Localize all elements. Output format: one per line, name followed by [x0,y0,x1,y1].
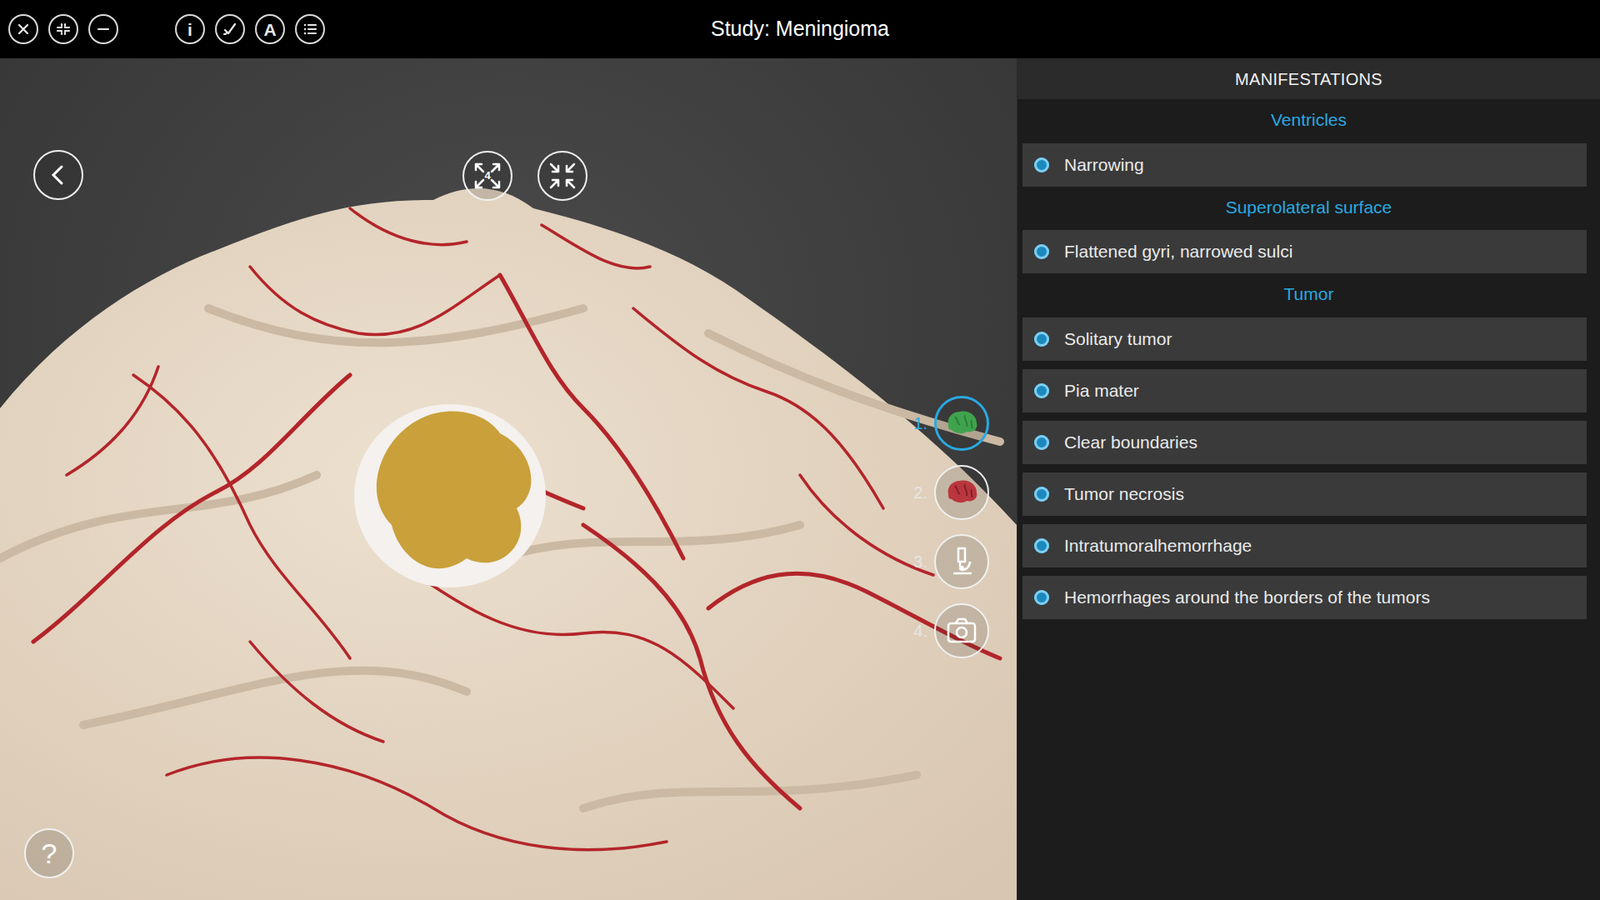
manifestation-label: Solitary tumor [1064,325,1173,353]
manifestation-label: Intratumoralhemorrhage [1064,532,1252,560]
back-button[interactable] [33,150,84,200]
view-mode-number: 4. [904,618,928,644]
manifestation-list: Flattened gyri, narrowed sulci [1017,230,1600,274]
manifestation-item[interactable]: Hemorrhages around the borders of the tu… [1022,575,1587,620]
workspace: 4 1. 2. 3. 4.? MANIFESTATIONSVentricles Narrow… [0,58,1600,900]
view-mode-button[interactable] [934,465,990,520]
view-mode-button[interactable] [934,534,990,590]
view-mode-button[interactable] [934,395,990,451]
toggle-dot[interactable] [1034,383,1050,399]
microscope-icon [943,543,980,580]
back-arrow-icon [41,158,75,192]
manifestation-item[interactable]: Tumor necrosis [1022,472,1587,516]
manifestation-label: Tumor necrosis [1064,480,1185,508]
zoom-fit-button[interactable]: 4 [462,150,513,201]
manifestation-item[interactable]: Intratumoralhemorrhage [1022,524,1587,568]
view-mode[interactable]: 3. [904,534,990,590]
model-viewport[interactable]: 4 1. 2. 3. 4.? [0,58,1017,900]
collapse-icon [545,159,580,193]
minimize-button[interactable] [88,14,119,45]
manifestation-list: Narrowing [1017,143,1600,187]
manifestations-panel: MANIFESTATIONSVentricles Narrowing Superol… [1016,58,1600,900]
red-brain-icon [943,474,980,511]
manifestation-label: Clear boundaries [1064,429,1198,456]
section-title: Superolateral surface [1017,186,1600,231]
toggle-dot[interactable] [1034,157,1050,173]
toggle-dot[interactable] [1034,244,1050,260]
restore-icon [55,20,72,38]
section-title: Ventricles [1017,99,1600,144]
title-bar: iAStudy: Meningioma [0,0,1600,59]
panel-title: MANIFESTATIONS [1017,58,1600,100]
manifestation-item[interactable]: Flattened gyri, narrowed sulci [1022,230,1587,274]
manifestation-item[interactable]: Solitary tumor [1022,317,1587,361]
manifestation-label: Narrowing [1064,151,1145,179]
view-mode-number: 1. [904,410,928,436]
minimize-icon [95,20,112,38]
labels-button[interactable]: A [255,14,285,45]
view-mode[interactable]: 2. [904,465,990,520]
green-brain-icon [943,405,980,442]
toggle-dot[interactable] [1034,538,1050,554]
view-mode-number: 2. [904,480,928,505]
tools-button[interactable] [215,14,245,45]
manifestation-item[interactable]: Clear boundaries [1022,420,1587,465]
close-button[interactable] [8,14,39,45]
window-title: Study: Meningioma [694,13,906,45]
list-button[interactable] [295,14,325,45]
fullscreen-button[interactable] [537,150,588,201]
view-mode-button[interactable] [934,603,990,659]
toolbar: iA [8,14,695,45]
toggle-dot[interactable] [1034,486,1050,502]
close-icon [15,20,32,38]
list-icon [301,20,319,38]
toggle-dot[interactable] [1034,331,1050,347]
manifestation-list: Solitary tumor Pia mater Clear boundaries T… [1017,317,1600,620]
manifestation-label: Pia mater [1064,377,1140,405]
view-mode[interactable]: 1. [904,395,990,451]
view-mode[interactable]: 4. [904,603,990,659]
manifestation-label: Hemorrhages around the borders of the tu… [1064,584,1430,611]
section-title: Tumor [1017,273,1600,318]
manifestation-label: Flattened gyri, narrowed sulci [1064,238,1293,265]
toggle-dot[interactable] [1034,590,1050,605]
manifestation-item[interactable]: Narrowing [1022,143,1587,187]
tools-icon [221,20,239,38]
restore-button[interactable] [48,14,79,45]
toggle-dot[interactable] [1034,435,1050,450]
manifestation-item[interactable]: Pia mater [1022,369,1587,413]
help-button[interactable]: ? [24,828,75,879]
view-mode-number: 3. [904,549,928,575]
camera-icon [943,612,980,650]
zoom-level: 4 [484,167,490,185]
info-button[interactable]: i [175,14,205,45]
